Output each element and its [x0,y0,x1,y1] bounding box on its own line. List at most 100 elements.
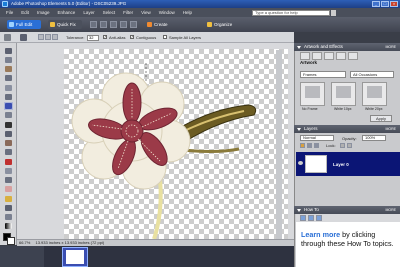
subtract-selection-icon[interactable] [52,34,58,40]
new-file-icon[interactable] [90,21,97,28]
eraser-tool-icon[interactable] [4,185,13,193]
marquee-tool-icon[interactable] [4,84,13,92]
opacity-input[interactable]: 100% [362,135,386,141]
artwork-tab-icon[interactable] [300,52,310,60]
maximize-button[interactable]: □ [381,1,389,7]
create-label: Create [154,22,168,27]
type-tool-icon[interactable] [4,121,13,129]
print-icon[interactable] [120,21,127,28]
healing-brush-tool-icon[interactable] [4,167,13,175]
collapse-triangle-icon [297,128,301,131]
lasso-tool-icon[interactable] [4,93,13,101]
open-file-icon[interactable] [100,21,107,28]
layer-name[interactable]: Layer 0 [333,162,349,167]
organize-label: Organize [214,22,233,27]
photo-bin-thumbnail[interactable] [62,247,88,267]
tolerance-input[interactable]: 32 [87,34,99,41]
how-to-title: How To [304,207,319,212]
back-arrow-icon[interactable] [300,215,306,221]
menu-layer[interactable]: Layer [83,10,94,15]
full-edit-icon [9,22,14,27]
full-edit-button[interactable]: Full Edit [7,20,41,29]
artwork-occasion-dropdown[interactable]: All Occasions [350,71,394,78]
move-tool-icon[interactable] [4,47,13,55]
adjustment-layer-icon[interactable] [307,143,312,148]
pencil-tool-icon[interactable] [4,195,13,203]
menu-view[interactable]: View [141,10,151,15]
document-dimensions: 13.933 inches x 13.933 inches (72 ppi) [35,240,105,245]
clone-stamp-tool-icon[interactable] [4,176,13,184]
sample-all-layers-label: Sample All Layers [169,35,202,40]
undo-icon[interactable] [130,21,137,28]
filters-tab-icon[interactable] [336,52,346,60]
collapse-triangle-icon [297,46,301,49]
frame-thumbnail-white-20px[interactable] [362,82,387,106]
contiguous-checkbox[interactable]: ✓ [130,35,134,39]
how-to-header[interactable]: How To MORE [294,206,400,214]
red-eye-tool-icon[interactable] [4,158,13,166]
menu-select[interactable]: Select [103,10,116,15]
add-selection-icon[interactable] [45,34,51,40]
new-layer-icon[interactable] [300,143,305,148]
help-search-input[interactable]: Type a question for help [252,10,330,16]
selection-brush-tool-icon[interactable] [4,111,13,119]
document-canvas[interactable] [64,49,288,239]
canvas-vertical-scrollbar[interactable] [276,50,282,243]
how-to-more-button[interactable]: MORE [386,206,397,214]
lock-transparency-icon[interactable] [340,143,345,148]
menu-image[interactable]: Image [37,10,50,15]
effects-tab-icon[interactable] [324,52,334,60]
straighten-tool-icon[interactable] [4,148,13,156]
organize-button[interactable]: Organize [205,20,243,29]
layers-more-button[interactable]: MORE [386,125,397,133]
artwork-more-button[interactable]: MORE [386,43,397,51]
cookie-cutter-tool-icon[interactable] [4,139,13,147]
visibility-eye-icon[interactable] [298,161,303,165]
magic-wand-icon[interactable] [20,34,27,41]
eyedropper-tool-icon[interactable] [4,74,13,82]
menu-file[interactable]: File [6,10,13,15]
artwork-effects-title: Artwork and Effects [304,44,343,49]
help-search-dropdown-icon[interactable] [331,10,336,16]
minimize-button[interactable]: _ [372,1,380,7]
background-color-swatch[interactable] [7,237,15,245]
frame-thumbnail-no-frame[interactable] [300,82,325,106]
menu-filter[interactable]: Filter [123,10,133,15]
artwork-category-dropdown[interactable]: Frames [300,71,346,78]
sample-all-layers-checkbox[interactable] [163,35,167,39]
tool-preset-icon[interactable] [4,34,11,41]
opacity-label: Opacity: [342,136,357,141]
menu-help[interactable]: Help [183,10,192,15]
paint-bucket-tool-icon[interactable] [4,213,13,221]
menu-edit[interactable]: Edit [21,10,29,15]
save-icon[interactable] [110,21,117,28]
forward-arrow-icon[interactable] [308,215,314,221]
new-selection-icon[interactable] [38,34,44,40]
blend-mode-dropdown[interactable]: Normal [300,135,334,141]
themes-tab-icon[interactable] [312,52,322,60]
home-icon[interactable] [316,215,322,221]
zoom-tool-icon[interactable] [4,56,13,64]
magic-wand-tool-icon[interactable] [4,102,13,110]
menu-window[interactable]: Window [159,10,175,15]
anti-alias-checkbox[interactable]: ✓ [103,35,107,39]
create-button[interactable]: Create [145,20,173,29]
menu-enhance[interactable]: Enhance [58,10,76,15]
app-logo-icon [2,1,8,7]
quick-fix-button[interactable]: Quick Fix [48,20,82,29]
frame-thumbnail-white-10px[interactable] [331,82,356,106]
apply-button[interactable]: Apply [370,115,392,122]
learn-more-link[interactable]: Learn more [301,230,340,239]
gradient-tool-icon[interactable] [4,222,13,230]
layers-header[interactable]: Layers MORE [294,125,400,133]
styles-tab-icon[interactable] [348,52,358,60]
brush-tool-icon[interactable] [4,204,13,212]
artwork-section-title: Artwork [300,60,318,65]
crop-tool-icon[interactable] [4,130,13,138]
artwork-effects-header[interactable]: Artwork and Effects MORE [294,43,400,51]
hand-tool-icon[interactable] [4,65,13,73]
zoom-level[interactable]: 66.7% [19,240,30,245]
close-button[interactable]: × [390,1,398,7]
delete-layer-icon[interactable] [314,143,319,148]
lock-all-icon[interactable] [347,143,352,148]
